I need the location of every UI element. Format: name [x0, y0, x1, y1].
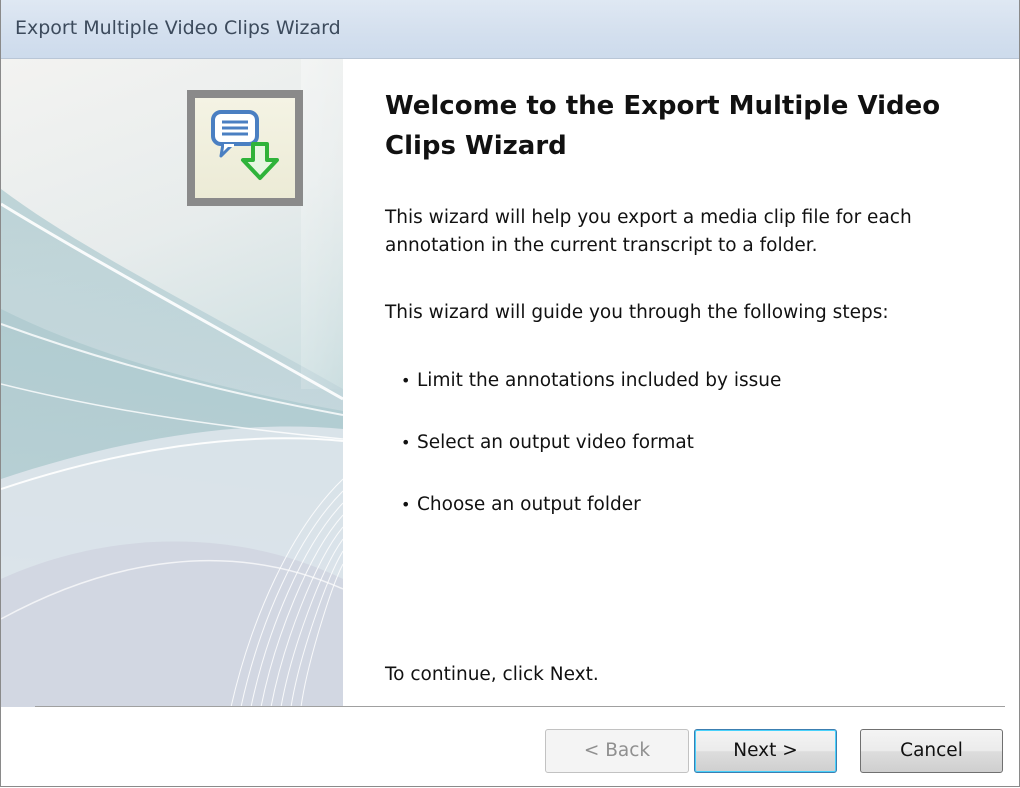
wizard-icon-frame: [187, 90, 303, 206]
step-label: Limit the annotations included by issue: [417, 370, 782, 391]
bullet: •: [401, 433, 411, 452]
wizard-intro-text: This wizard will help you export a media…: [385, 207, 912, 256]
speech-bubble-download-icon: [211, 110, 279, 180]
wizard-icon-background: [195, 98, 295, 198]
cancel-button[interactable]: Cancel: [860, 729, 1003, 773]
next-button[interactable]: Next >: [694, 729, 837, 773]
steps-list: • Limit the annotations included by issue…: [401, 367, 781, 553]
wizard-window: Export Multiple Video Clips Wizard Welco…: [0, 0, 1020, 787]
title-bar[interactable]: Export Multiple Video Clips Wizard: [1, 0, 1019, 59]
bullet: •: [401, 495, 411, 514]
wizard-side-banner: [1, 59, 343, 707]
continue-instruction: To continue, click Next.: [385, 664, 599, 685]
back-button[interactable]: < Back: [545, 729, 689, 773]
button-bar: < Back Next > Cancel: [1, 708, 1019, 786]
step-label: Select an output video format: [417, 432, 694, 453]
bullet: •: [401, 371, 411, 390]
steps-intro-text: This wizard will guide you through the f…: [385, 302, 889, 323]
list-item: • Select an output video format: [401, 429, 781, 491]
list-item: • Choose an output folder: [401, 491, 781, 553]
list-item: • Limit the annotations included by issue: [401, 367, 781, 429]
window-title: Export Multiple Video Clips Wizard: [15, 17, 341, 39]
step-label: Choose an output folder: [417, 494, 641, 515]
wizard-heading: Welcome to the Export Multiple Video Cli…: [385, 91, 941, 161]
